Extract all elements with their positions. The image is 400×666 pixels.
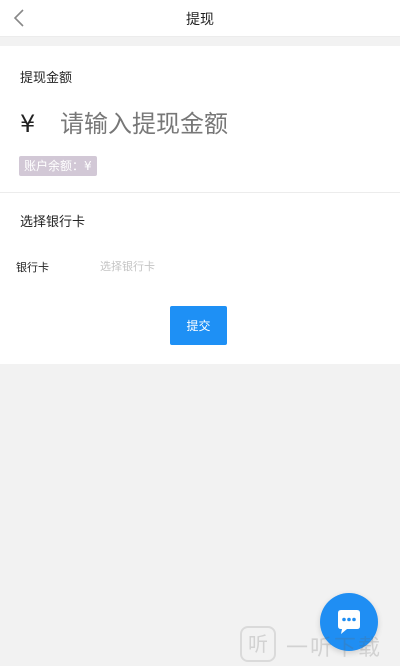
withdraw-card: 提现金额 ¥ 账户余额：¥ 选择银行卡 银行卡 提交 [0, 46, 400, 364]
bank-card-select[interactable] [100, 254, 340, 278]
account-balance-badge: 账户余额：¥ [19, 156, 97, 176]
amount-input[interactable] [60, 106, 380, 142]
header-bar: 提现 [0, 0, 400, 37]
watermark-text: 一听下载 [286, 636, 383, 661]
currency-symbol: ¥ [20, 110, 36, 138]
watermark: 听 一听下载 [240, 622, 400, 666]
watermark-logo-glyph: 听 [248, 632, 268, 656]
bank-section-label: 选择银行卡 [20, 215, 86, 230]
section-divider [0, 192, 400, 193]
amount-section-label: 提现金额 [20, 71, 73, 86]
watermark-logo-icon: 听 [240, 626, 276, 662]
bank-card-label: 银行卡 [16, 261, 49, 274]
page-title: 提现 [186, 12, 214, 28]
submit-button[interactable]: 提交 [170, 306, 227, 345]
